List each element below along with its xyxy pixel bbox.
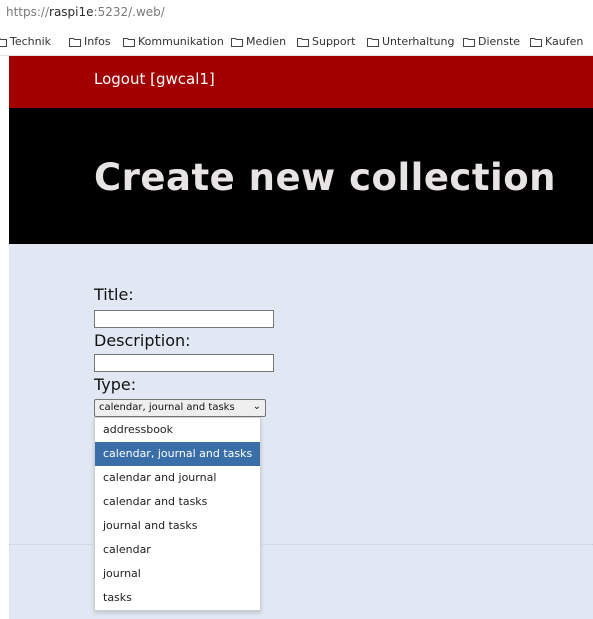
logout-link[interactable]: Logout [gwcal1] bbox=[94, 70, 215, 88]
bookmark-folder-kaufen[interactable]: Kaufen bbox=[530, 35, 583, 48]
url-host: raspi1e bbox=[49, 5, 94, 19]
type-option[interactable]: calendar and journal bbox=[95, 466, 260, 490]
bookmark-label: Support bbox=[312, 35, 356, 48]
bookmark-folder-support[interactable]: Support bbox=[297, 35, 355, 48]
type-option[interactable]: journal and tasks bbox=[95, 514, 260, 538]
type-dropdown-list: addressbook calendar, journal and tasks … bbox=[94, 417, 261, 611]
bookmark-label: Kaufen bbox=[545, 35, 584, 48]
bookmark-folder-infos[interactable]: Infos bbox=[69, 35, 111, 48]
bookmark-label: Medien bbox=[246, 35, 287, 48]
type-select[interactable]: calendar, journal and tasks ⌄ bbox=[94, 399, 266, 417]
bookmark-label: Technik bbox=[10, 35, 52, 48]
page-header: Create new collection bbox=[9, 108, 593, 244]
bookmark-folder-medien[interactable]: Medien bbox=[231, 35, 286, 48]
type-option[interactable]: journal bbox=[95, 562, 260, 586]
bookmarks-bar: Technik Infos Kommunikation Medien Suppo… bbox=[0, 26, 593, 56]
folder-icon bbox=[297, 37, 309, 47]
bookmark-folder-dienste[interactable]: Dienste bbox=[463, 35, 520, 48]
type-option[interactable]: tasks bbox=[95, 586, 260, 610]
folder-icon bbox=[123, 37, 135, 47]
folder-icon bbox=[463, 37, 475, 47]
type-option[interactable]: calendar bbox=[95, 538, 260, 562]
title-input[interactable] bbox=[94, 310, 274, 328]
folder-icon bbox=[530, 37, 542, 47]
bookmark-label: Unterhaltung bbox=[382, 35, 455, 48]
type-option-selected[interactable]: calendar, journal and tasks bbox=[95, 442, 260, 466]
bookmark-folder-kommunikation[interactable]: Kommunikation bbox=[123, 35, 224, 48]
folder-icon bbox=[367, 37, 379, 47]
bookmark-label: Dienste bbox=[478, 35, 521, 48]
title-label: Title: bbox=[94, 285, 134, 304]
bookmark-folder-technik[interactable]: Technik bbox=[0, 35, 51, 48]
description-label: Description: bbox=[94, 331, 191, 350]
folder-icon bbox=[69, 37, 81, 47]
folder-icon bbox=[0, 37, 7, 47]
url-prefix: https:// bbox=[6, 5, 50, 19]
type-option[interactable]: calendar and tasks bbox=[95, 490, 260, 514]
page-title: Create new collection bbox=[94, 156, 556, 199]
description-input[interactable] bbox=[94, 354, 274, 372]
folder-icon bbox=[231, 37, 243, 47]
type-option[interactable]: addressbook bbox=[95, 418, 260, 442]
url-path: :5232/.web/ bbox=[93, 5, 165, 19]
page-content: Logout [gwcal1] Create new collection Ti… bbox=[9, 56, 593, 619]
type-label: Type: bbox=[94, 375, 137, 394]
bookmark-label: Infos bbox=[84, 35, 111, 48]
type-select-value: calendar, journal and tasks bbox=[99, 402, 235, 413]
top-bar: Logout [gwcal1] bbox=[9, 56, 593, 108]
bookmark-folder-unterhaltung[interactable]: Unterhaltung bbox=[367, 35, 454, 48]
chevron-down-icon: ⌄ bbox=[252, 401, 261, 412]
bookmark-label: Kommunikation bbox=[138, 35, 224, 48]
address-bar[interactable]: https://raspi1e:5232/.web/ bbox=[0, 0, 593, 26]
